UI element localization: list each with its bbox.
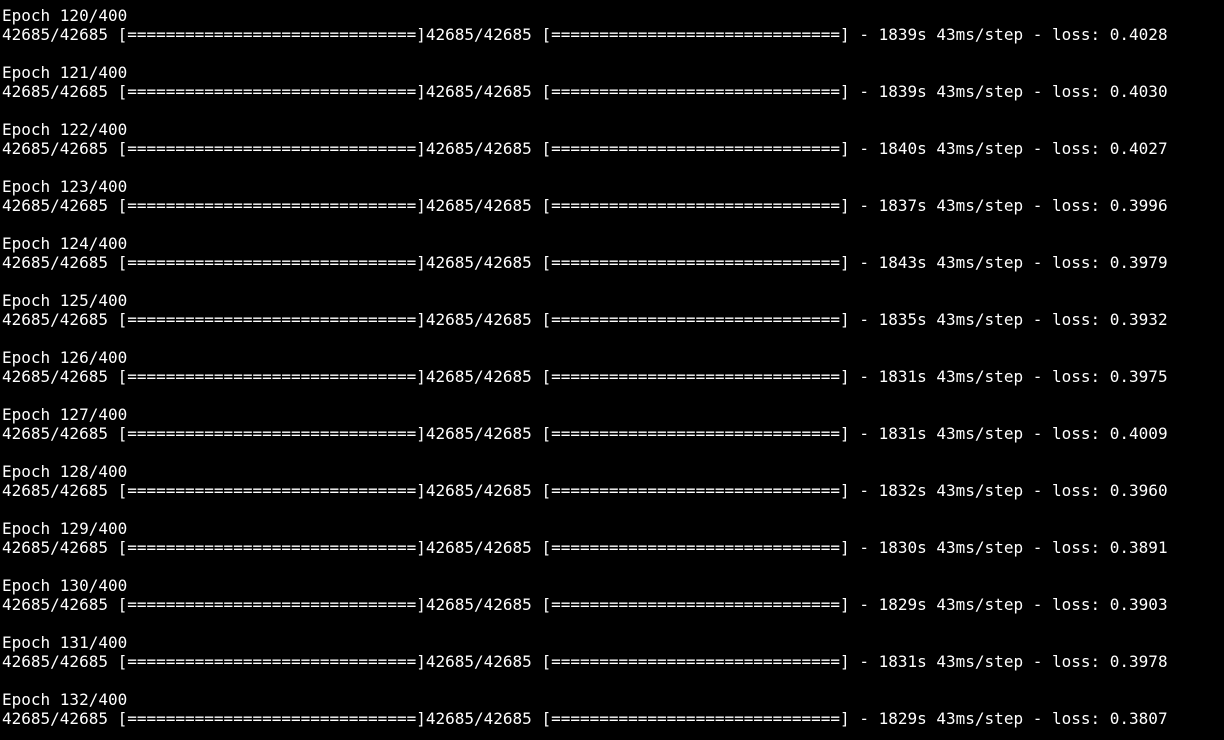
progress-line: 42685/42685 [===========================… <box>2 538 1168 557</box>
epoch-line: Epoch 127/400 <box>2 405 128 424</box>
progress-line: 42685/42685 [===========================… <box>2 424 1168 443</box>
epoch-block: Epoch 128/400 42685/42685 [=============… <box>2 462 1224 519</box>
terminal-output[interactable]: Epoch 120/400 42685/42685 [=============… <box>0 0 1224 740</box>
progress-line: 42685/42685 [===========================… <box>2 709 1168 728</box>
progress-line: 42685/42685 [===========================… <box>2 481 1168 500</box>
epoch-block: Epoch 123/400 42685/42685 [=============… <box>2 177 1224 234</box>
epoch-block: Epoch 130/400 42685/42685 [=============… <box>2 576 1224 633</box>
epoch-block: Epoch 131/400 42685/42685 [=============… <box>2 633 1224 690</box>
progress-line: 42685/42685 [===========================… <box>2 196 1168 215</box>
epoch-line: Epoch 125/400 <box>2 291 128 310</box>
epoch-line: Epoch 122/400 <box>2 120 128 139</box>
epoch-line: Epoch 124/400 <box>2 234 128 253</box>
epoch-block: Epoch 132/400 42685/42685 [=============… <box>2 690 1224 740</box>
epoch-block: Epoch 121/400 42685/42685 [=============… <box>2 63 1224 120</box>
epoch-block: Epoch 129/400 42685/42685 [=============… <box>2 519 1224 576</box>
epoch-line: Epoch 131/400 <box>2 633 128 652</box>
progress-line: 42685/42685 [===========================… <box>2 25 1168 44</box>
epoch-block: Epoch 124/400 42685/42685 [=============… <box>2 234 1224 291</box>
epoch-line: Epoch 126/400 <box>2 348 128 367</box>
progress-line: 42685/42685 [===========================… <box>2 253 1168 272</box>
progress-line: 42685/42685 [===========================… <box>2 367 1168 386</box>
progress-line: 42685/42685 [===========================… <box>2 82 1168 101</box>
epoch-line: Epoch 123/400 <box>2 177 128 196</box>
epoch-line: Epoch 132/400 <box>2 690 128 709</box>
epoch-block: Epoch 127/400 42685/42685 [=============… <box>2 405 1224 462</box>
progress-line: 42685/42685 [===========================… <box>2 652 1168 671</box>
epoch-line: Epoch 129/400 <box>2 519 128 538</box>
epoch-line: Epoch 130/400 <box>2 576 128 595</box>
epoch-block: Epoch 122/400 42685/42685 [=============… <box>2 120 1224 177</box>
epoch-block: Epoch 125/400 42685/42685 [=============… <box>2 291 1224 348</box>
epoch-line: Epoch 120/400 <box>2 6 128 25</box>
epoch-block: Epoch 126/400 42685/42685 [=============… <box>2 348 1224 405</box>
epoch-line: Epoch 121/400 <box>2 63 128 82</box>
progress-line: 42685/42685 [===========================… <box>2 310 1168 329</box>
epoch-block: Epoch 120/400 42685/42685 [=============… <box>2 6 1224 63</box>
progress-line: 42685/42685 [===========================… <box>2 595 1168 614</box>
epoch-line: Epoch 128/400 <box>2 462 128 481</box>
progress-line: 42685/42685 [===========================… <box>2 139 1168 158</box>
